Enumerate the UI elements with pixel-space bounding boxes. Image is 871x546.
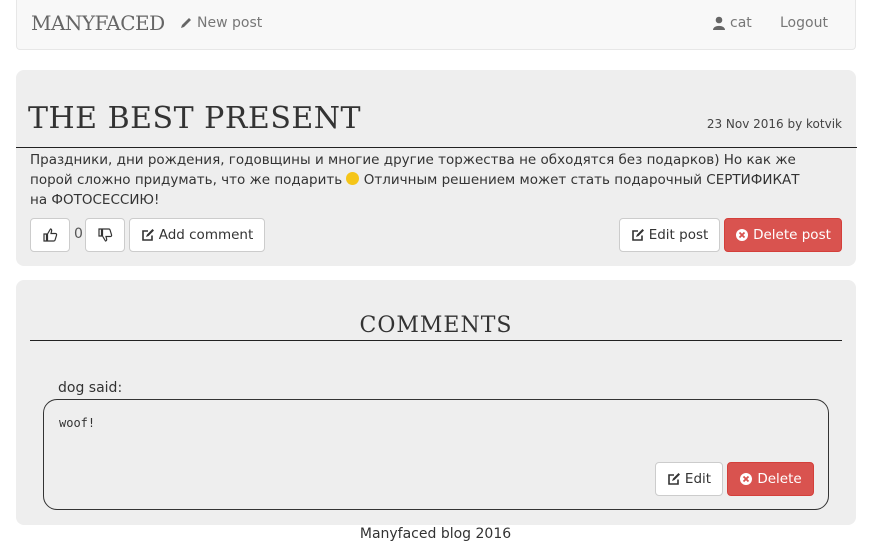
like-button[interactable]	[30, 218, 70, 252]
top-navbar: MANYFACED New post cat Logout	[16, 0, 856, 50]
comments-panel: COMMENTS dog said: woof! Edit Delete	[16, 280, 856, 525]
add-comment-button[interactable]: Add comment	[129, 218, 265, 252]
post-body: Праздники, дни рождения, годовщины и мно…	[30, 150, 820, 210]
user-link[interactable]: cat	[712, 15, 752, 31]
pencil-icon	[179, 16, 193, 30]
edit-icon	[631, 228, 645, 242]
add-comment-label: Add comment	[158, 227, 254, 243]
post-meta: 23 Nov 2016 by kotvik	[706, 117, 842, 131]
comment-text: woof!	[59, 416, 96, 430]
smiley-icon	[346, 172, 360, 185]
user-icon	[712, 16, 726, 30]
footer-text: Manyfaced blog 2016	[359, 526, 512, 542]
thumbs-up-icon	[42, 227, 58, 243]
new-post-link[interactable]: New post	[179, 15, 262, 31]
thumbs-down-icon	[97, 227, 113, 243]
delete-post-button[interactable]: Delete post	[724, 218, 842, 252]
post-divider	[16, 147, 857, 148]
times-circle-icon	[739, 472, 753, 486]
user-label: cat	[730, 15, 752, 31]
dislike-button[interactable]	[85, 218, 125, 252]
edit-comment-button[interactable]: Edit	[655, 462, 723, 496]
like-count: 0	[74, 226, 83, 242]
edit-icon	[141, 228, 155, 242]
comment-card: woof! Edit Delete	[43, 399, 829, 510]
logout-link[interactable]: Logout	[780, 15, 828, 31]
post-title: THE BEST PRESENT	[28, 101, 362, 136]
times-circle-icon	[735, 228, 749, 242]
logout-label: Logout	[780, 15, 828, 31]
brand-logo[interactable]: MANYFACED	[31, 11, 165, 35]
edit-post-button[interactable]: Edit post	[619, 218, 720, 252]
edit-post-label: Edit post	[648, 227, 709, 243]
edit-comment-label: Edit	[684, 471, 712, 487]
post-panel: THE BEST PRESENT 23 Nov 2016 by kotvik П…	[16, 70, 857, 266]
delete-comment-label: Delete	[757, 471, 802, 487]
comment-author: dog said:	[58, 380, 123, 396]
new-post-label: New post	[197, 15, 263, 31]
delete-post-label: Delete post	[753, 227, 831, 243]
comments-heading: COMMENTS	[359, 313, 513, 338]
delete-comment-button[interactable]: Delete	[727, 462, 814, 496]
comments-divider	[30, 340, 842, 341]
edit-icon	[667, 472, 681, 486]
